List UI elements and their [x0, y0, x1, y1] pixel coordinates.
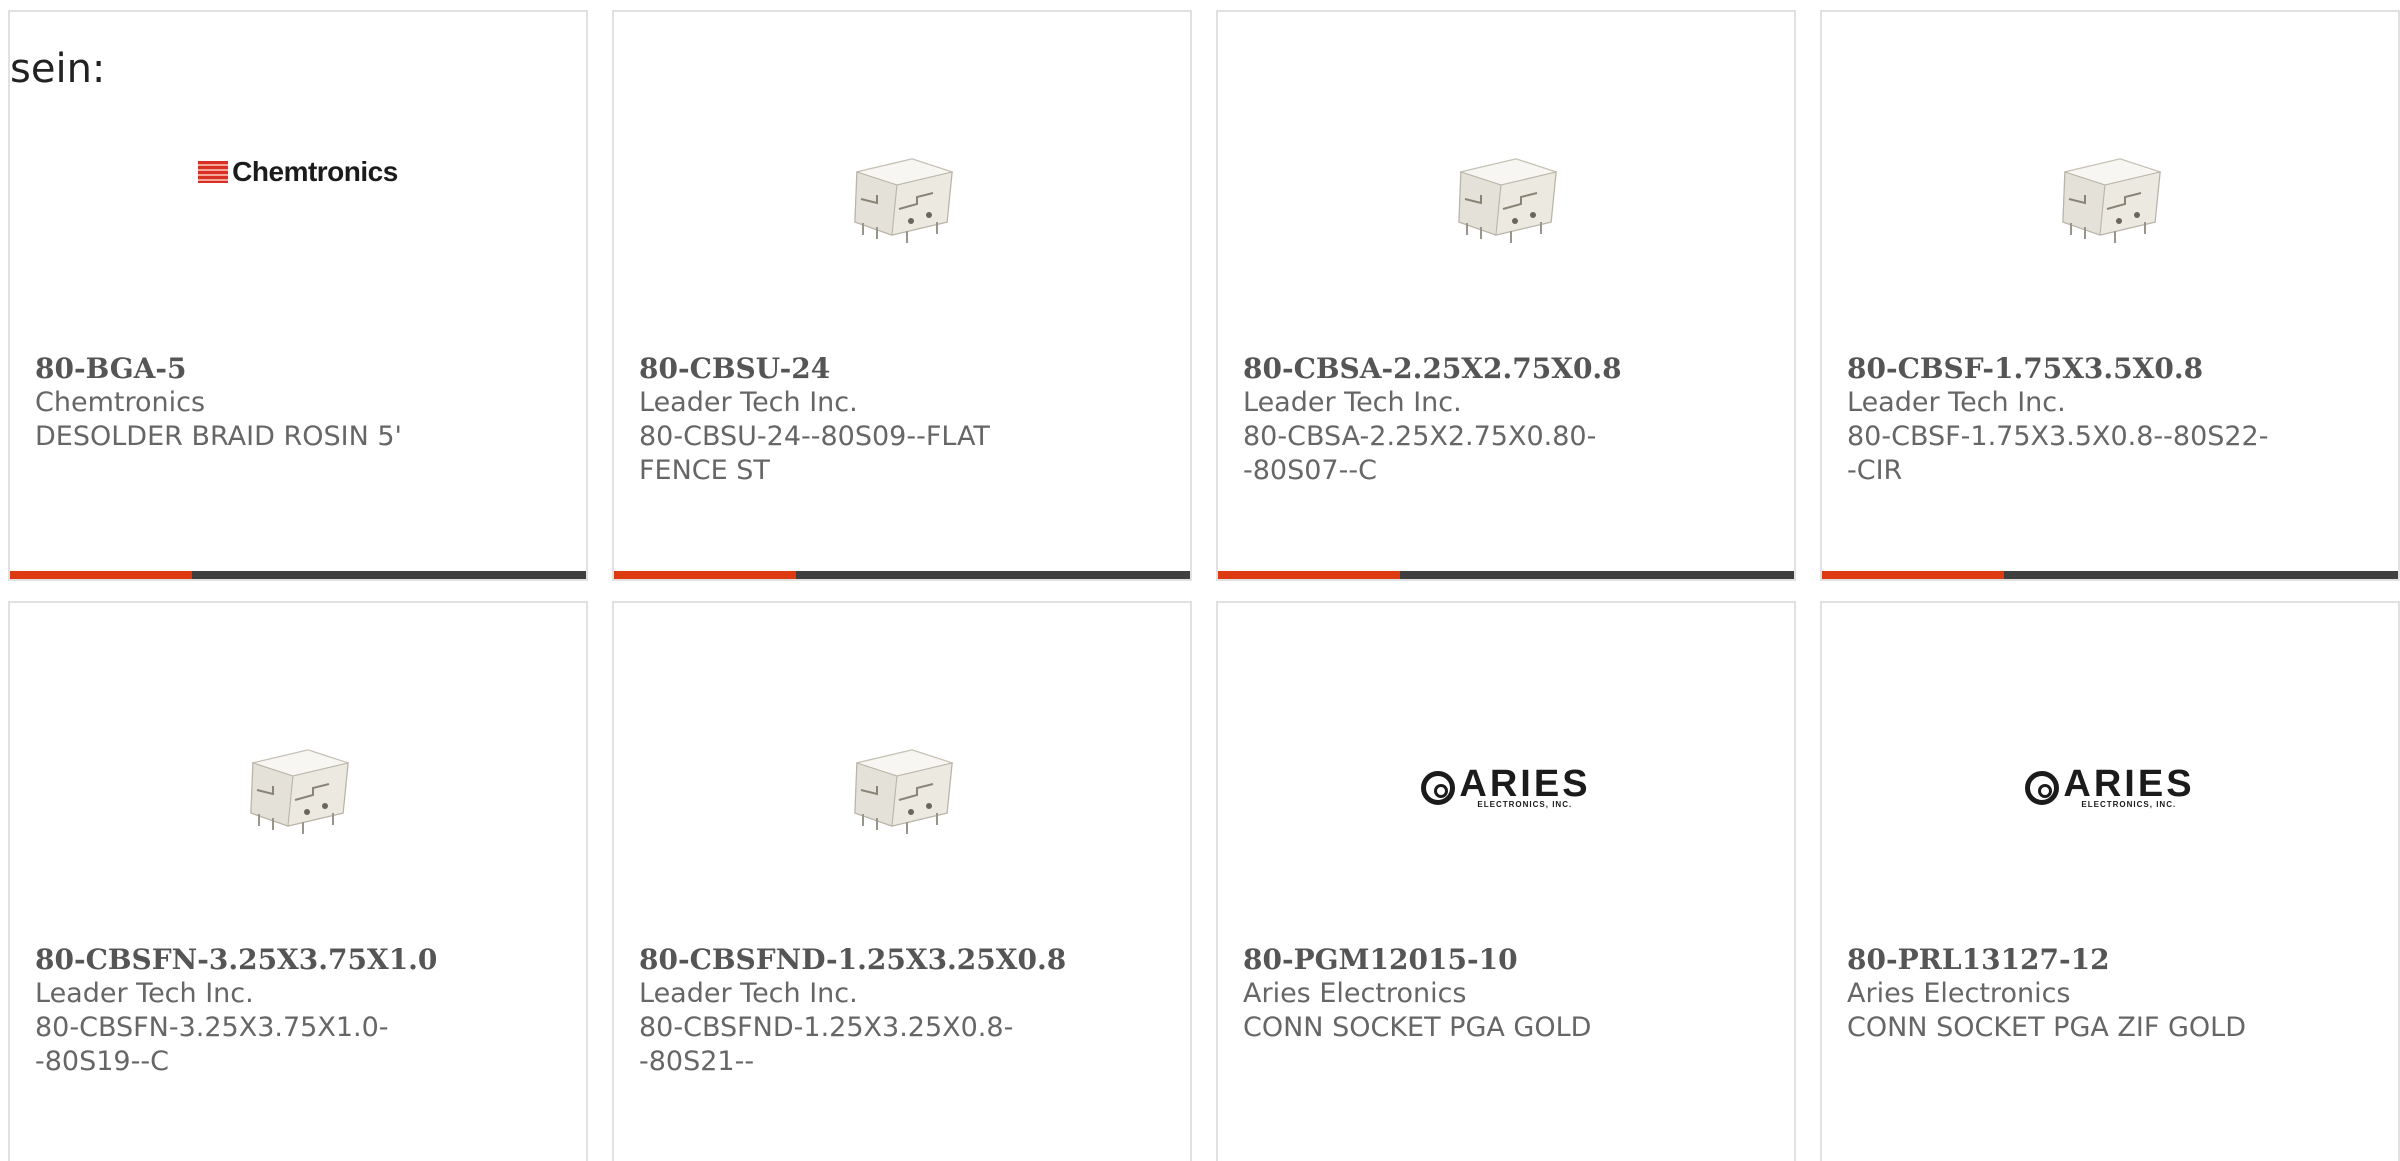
product-description: 80-CBSFN-3.25X3.75X1.0--80S19--C — [35, 1012, 389, 1077]
aries-logo: ARIES ELECTRONICS, INC. — [1421, 765, 1590, 809]
product-card[interactable]: 80-CBSF-1.75X3.5X0.8 Leader Tech Inc. 80… — [1820, 10, 2400, 581]
product-card[interactable]: 80-CBSFN-3.25X3.75X1.0 Leader Tech Inc. … — [8, 601, 588, 1161]
product-card[interactable]: ARIES ELECTRONICS, INC. 80-PGM12015-10 A… — [1216, 601, 1796, 1161]
card-accent-highlight — [10, 571, 192, 579]
aries-mark-icon — [1421, 771, 1456, 805]
manufacturer-name: Aries Electronics — [1243, 978, 1467, 1009]
product-image[interactable]: Chemtronics — [10, 117, 586, 267]
manufacturer-name: Aries Electronics — [1847, 978, 2071, 1009]
product-grid: sein: Chemtronics 80-BGA-5 Chemtronics D… — [8, 10, 2400, 1161]
product-description: 80-CBSFND-1.25X3.25X0.8--80S21-- — [639, 1012, 1014, 1077]
card-accent-highlight — [1822, 571, 2004, 579]
product-info: 80-CBSFND-1.25X3.25X0.8 Leader Tech Inc.… — [639, 943, 1069, 1079]
part-number-link[interactable]: 80-CBSFN-3.25X3.75X1.0 — [35, 943, 465, 977]
product-grid-page: sein: Chemtronics 80-BGA-5 Chemtronics D… — [0, 0, 2400, 1161]
chemtronics-logo: Chemtronics — [198, 156, 398, 188]
product-description: CONN SOCKET PGA ZIF GOLD — [1847, 1012, 2247, 1043]
part-number-link[interactable]: 80-BGA-5 — [35, 352, 465, 386]
product-image[interactable]: ARIES ELECTRONICS, INC. — [1218, 708, 1794, 858]
manufacturer-name: Chemtronics — [35, 387, 206, 418]
card-accent-bar — [1822, 571, 2398, 579]
shield-can-photo — [250, 749, 350, 834]
product-info: 80-PRL13127-12 Aries Electronics CONN SO… — [1847, 943, 2277, 1045]
product-image[interactable]: ARIES ELECTRONICS, INC. — [1822, 708, 2398, 858]
product-image[interactable] — [1822, 117, 2398, 267]
part-number-link[interactable]: 80-CBSF-1.75X3.5X0.8 — [1847, 352, 2277, 386]
manufacturer-name: Leader Tech Inc. — [639, 387, 858, 418]
product-description: 80-CBSU-24--80S09--FLAT FENCE ST — [639, 421, 990, 486]
product-image[interactable] — [10, 708, 586, 858]
product-card[interactable]: 80-CBSA-2.25X2.75X0.8 Leader Tech Inc. 8… — [1216, 10, 1796, 581]
manufacturer-name: Leader Tech Inc. — [1243, 387, 1462, 418]
product-info: 80-CBSA-2.25X2.75X0.8 Leader Tech Inc. 8… — [1243, 352, 1673, 488]
part-number-link[interactable]: 80-CBSU-24 — [639, 352, 1069, 386]
product-card[interactable]: 80-CBSFND-1.25X3.25X0.8 Leader Tech Inc.… — [612, 601, 1192, 1161]
product-info: 80-PGM12015-10 Aries Electronics CONN SO… — [1243, 943, 1673, 1045]
product-image[interactable] — [614, 117, 1190, 267]
product-description: 80-CBSF-1.75X3.5X0.8--80S22--CIR — [1847, 421, 2269, 486]
chemtronics-mark-icon — [198, 161, 229, 183]
product-description: CONN SOCKET PGA GOLD — [1243, 1012, 1592, 1043]
card-accent-bar — [1218, 571, 1794, 579]
aries-mark-icon — [2025, 771, 2060, 805]
card-accent-bar — [614, 571, 1190, 579]
manufacturer-name: Leader Tech Inc. — [639, 978, 858, 1009]
product-card[interactable]: sein: Chemtronics 80-BGA-5 Chemtronics D… — [8, 10, 588, 581]
section-heading: sein: — [10, 46, 106, 92]
card-accent-highlight — [614, 571, 796, 579]
manufacturer-name: Leader Tech Inc. — [35, 978, 254, 1009]
product-info: 80-CBSF-1.75X3.5X0.8 Leader Tech Inc. 80… — [1847, 352, 2277, 488]
card-accent-bar — [10, 571, 586, 579]
product-description: DESOLDER BRAID ROSIN 5' — [35, 421, 402, 452]
manufacturer-name: Leader Tech Inc. — [1847, 387, 2066, 418]
product-image[interactable] — [1218, 117, 1794, 267]
shield-can-photo — [1458, 158, 1558, 243]
product-description: 80-CBSA-2.25X2.75X0.80--80S07--C — [1243, 421, 1597, 486]
product-info: 80-CBSU-24 Leader Tech Inc. 80-CBSU-24--… — [639, 352, 1069, 488]
part-number-link[interactable]: 80-CBSFND-1.25X3.25X0.8 — [639, 943, 1069, 977]
shield-can-photo — [854, 749, 954, 834]
product-info: 80-CBSFN-3.25X3.75X1.0 Leader Tech Inc. … — [35, 943, 465, 1079]
shield-can-photo — [2062, 158, 2162, 243]
product-info: 80-BGA-5 Chemtronics DESOLDER BRAID ROSI… — [35, 352, 465, 454]
card-accent-highlight — [1218, 571, 1400, 579]
product-card[interactable]: 80-CBSU-24 Leader Tech Inc. 80-CBSU-24--… — [612, 10, 1192, 581]
product-card[interactable]: ARIES ELECTRONICS, INC. 80-PRL13127-12 A… — [1820, 601, 2400, 1161]
shield-can-photo — [854, 158, 954, 243]
part-number-link[interactable]: 80-CBSA-2.25X2.75X0.8 — [1243, 352, 1673, 386]
aries-logo: ARIES ELECTRONICS, INC. — [2025, 765, 2194, 809]
part-number-link[interactable]: 80-PGM12015-10 — [1243, 943, 1673, 977]
part-number-link[interactable]: 80-PRL13127-12 — [1847, 943, 2277, 977]
product-image[interactable] — [614, 708, 1190, 858]
